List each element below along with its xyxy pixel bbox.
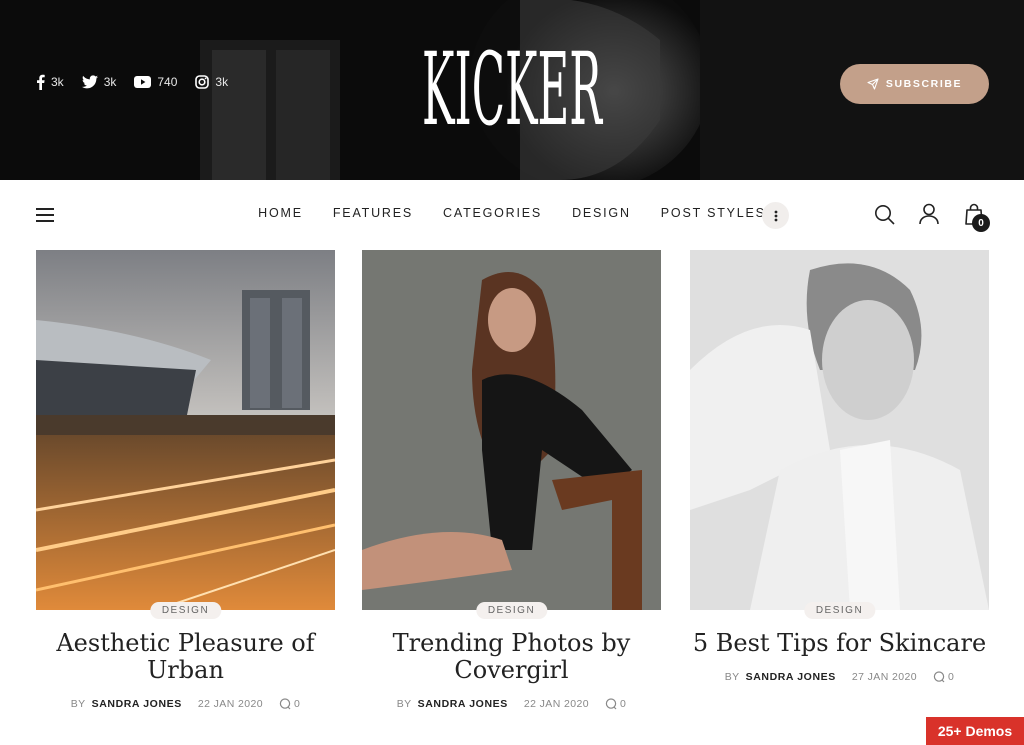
comment-count: 0 bbox=[619, 698, 627, 710]
post-meta: BY SANDRA JONES 22 JAN 2020 0 bbox=[36, 698, 335, 710]
nav-item-categories[interactable]: CATEGORIES bbox=[443, 206, 542, 220]
comments-link[interactable]: 0 bbox=[933, 671, 954, 683]
post-date: 27 JAN 2020 bbox=[851, 671, 917, 683]
account-button[interactable] bbox=[919, 203, 939, 230]
comment-icon bbox=[933, 671, 945, 683]
post-author[interactable]: SANDRA JONES bbox=[746, 671, 836, 683]
comments-link[interactable]: 0 bbox=[605, 698, 626, 710]
main-nav: HOME FEATURES CATEGORIES DESIGN POST STY… bbox=[0, 180, 1024, 250]
search-button[interactable] bbox=[874, 204, 895, 230]
category-tag[interactable]: DESIGN bbox=[149, 602, 222, 619]
post-title[interactable]: 5 Best Tips for Skincare bbox=[690, 630, 989, 657]
nav-item-home[interactable]: HOME bbox=[258, 206, 303, 220]
post-image-city[interactable] bbox=[36, 250, 335, 610]
hero-header: 3k 3k 740 3k KICKER SUBSCRIBE bbox=[0, 0, 1024, 180]
nav-item-post-styles[interactable]: POST STYLES bbox=[661, 206, 766, 220]
cart-count-badge: 0 bbox=[972, 214, 990, 232]
nav-item-design[interactable]: DESIGN bbox=[572, 206, 631, 220]
subscribe-button[interactable]: SUBSCRIBE bbox=[840, 64, 989, 104]
by-label: BY bbox=[396, 698, 412, 710]
post-card: DESIGN Aesthetic Pleasure of Urban BY SA… bbox=[36, 250, 335, 710]
comment-count: 0 bbox=[293, 698, 301, 710]
search-icon bbox=[875, 205, 895, 225]
post-card: DESIGN Trending Photos by Covergirl BY S… bbox=[362, 250, 661, 710]
category-tag[interactable]: DESIGN bbox=[803, 602, 876, 619]
user-icon bbox=[919, 203, 939, 225]
nav-item-features[interactable]: FEATURES bbox=[333, 206, 413, 220]
post-meta: BY SANDRA JONES 27 JAN 2020 0 bbox=[690, 671, 989, 683]
post-date: 22 JAN 2020 bbox=[523, 698, 589, 710]
post-title[interactable]: Aesthetic Pleasure of Urban bbox=[36, 630, 335, 684]
comment-count: 0 bbox=[947, 671, 955, 683]
post-date: 22 JAN 2020 bbox=[197, 698, 263, 710]
post-title[interactable]: Trending Photos by Covergirl bbox=[362, 630, 661, 684]
comment-icon bbox=[605, 698, 617, 710]
subscribe-label: SUBSCRIBE bbox=[885, 78, 963, 90]
by-label: BY bbox=[70, 698, 86, 710]
post-meta: BY SANDRA JONES 22 JAN 2020 0 bbox=[362, 698, 661, 710]
primary-menu: HOME FEATURES CATEGORIES DESIGN POST STY… bbox=[0, 206, 1024, 220]
post-image-portrait[interactable] bbox=[690, 250, 989, 610]
demos-badge[interactable]: 25+ Demos bbox=[926, 717, 1024, 745]
logo-text: KICKER bbox=[422, 36, 603, 136]
paper-plane-icon bbox=[867, 78, 879, 90]
category-tag[interactable]: DESIGN bbox=[475, 602, 548, 619]
more-menu-button[interactable] bbox=[762, 202, 789, 229]
vertical-dots-icon bbox=[774, 210, 777, 221]
post-image-model[interactable] bbox=[362, 250, 661, 610]
post-author[interactable]: SANDRA JONES bbox=[92, 698, 182, 710]
comment-icon bbox=[279, 698, 291, 710]
post-author[interactable]: SANDRA JONES bbox=[418, 698, 508, 710]
by-label: BY bbox=[724, 671, 740, 683]
post-card: DESIGN 5 Best Tips for Skincare BY SANDR… bbox=[690, 250, 989, 683]
comments-link[interactable]: 0 bbox=[279, 698, 300, 710]
